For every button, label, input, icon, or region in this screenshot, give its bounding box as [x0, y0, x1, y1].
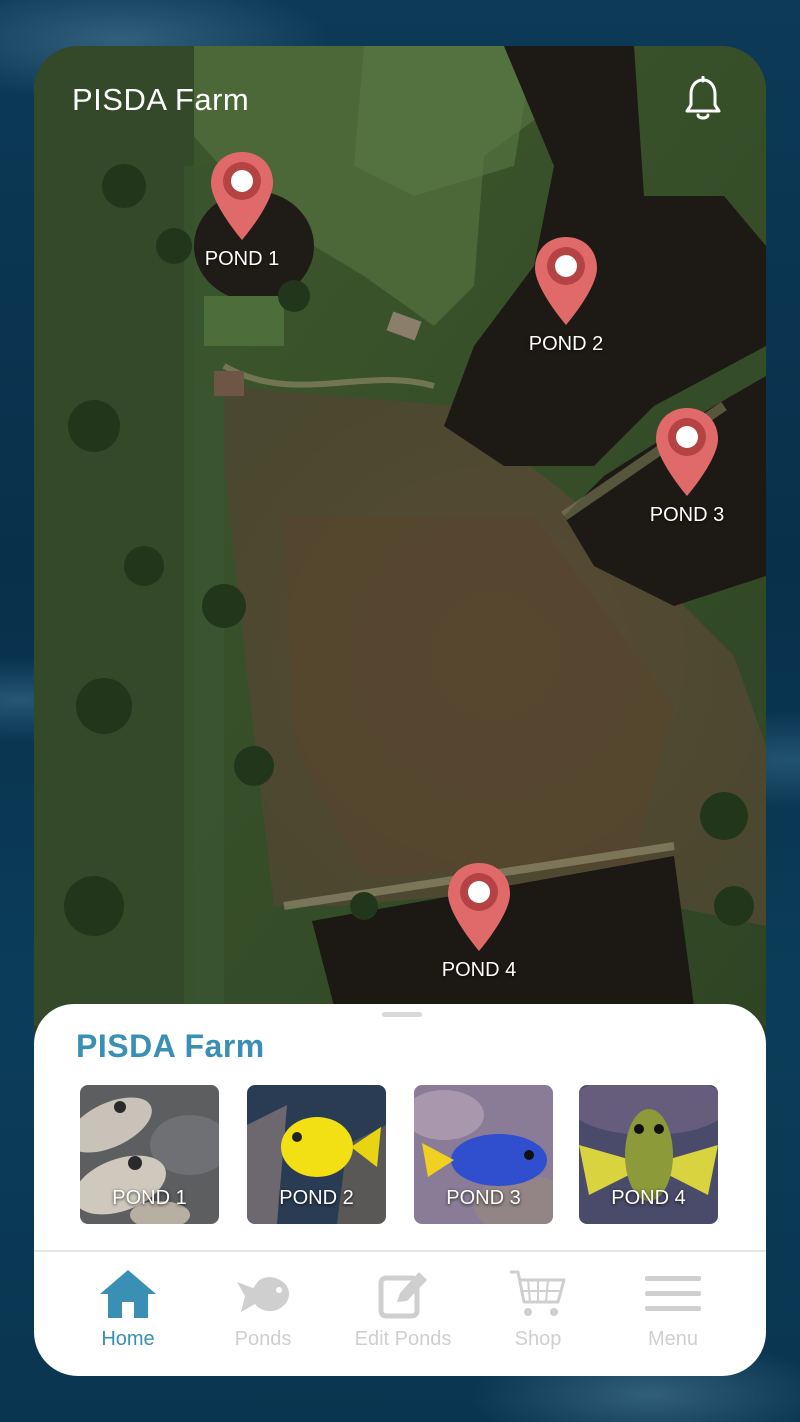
home-icon [100, 1270, 156, 1318]
pond-card-label: POND 1 [112, 1187, 187, 1209]
location-pin-icon [211, 152, 273, 240]
pond-card-4[interactable]: POND 4 [579, 1085, 718, 1224]
pin-label: POND 1 [204, 248, 280, 270]
nav-label: Home [101, 1328, 155, 1350]
fish-icon [237, 1277, 289, 1312]
nav-label: Ponds [234, 1328, 292, 1350]
satellite-map[interactable] [34, 46, 766, 1026]
pond-card-1[interactable]: POND 1 [80, 1085, 219, 1224]
pin-label: POND 4 [441, 959, 517, 981]
pin-label: POND 2 [528, 333, 604, 355]
nav-label: Menu [647, 1328, 699, 1350]
phone-screen: PISDA Farm POND 1 POND 2 POND 3 POND 4 P… [34, 46, 766, 1376]
map-pin-pond-2[interactable]: POND 2 [511, 235, 621, 356]
nav-ponds[interactable]: Ponds [193, 1268, 333, 1351]
pond-card-label: POND 2 [279, 1187, 354, 1209]
pond-card-3[interactable]: POND 3 [414, 1085, 553, 1224]
nav-divider [34, 1250, 766, 1252]
bottom-sheet: PISDA Farm POND 1 POND 2 POND 3 POND 4 H… [34, 1004, 766, 1376]
bell-icon[interactable] [682, 76, 724, 124]
pond-card-label: POND 4 [611, 1187, 686, 1209]
nav-label: Shop [514, 1328, 562, 1350]
pin-label: POND 3 [649, 504, 725, 526]
location-pin-icon [448, 863, 510, 951]
nav-edit-ponds[interactable]: Edit Ponds [333, 1268, 473, 1351]
sheet-drag-handle[interactable] [382, 1012, 422, 1017]
nav-home[interactable]: Home [58, 1268, 198, 1351]
nav-menu[interactable]: Menu [603, 1268, 743, 1351]
edit-icon [378, 1272, 427, 1319]
app-title: PISDA Farm [72, 82, 250, 117]
nav-shop[interactable]: Shop [468, 1268, 608, 1351]
map-pin-pond-3[interactable]: POND 3 [632, 406, 742, 527]
menu-icon [645, 1276, 701, 1311]
nav-label: Edit Ponds [354, 1328, 452, 1350]
map-pin-pond-1[interactable]: POND 1 [187, 150, 297, 271]
bottom-nav: Home Ponds Edit Ponds Shop Menu [34, 1254, 766, 1376]
map-pin-pond-4[interactable]: POND 4 [424, 861, 534, 982]
pond-card-2[interactable]: POND 2 [247, 1085, 386, 1224]
location-pin-icon [535, 237, 597, 325]
pond-card-label: POND 3 [446, 1187, 521, 1209]
cart-icon [510, 1270, 566, 1316]
sheet-title: PISDA Farm [76, 1028, 265, 1064]
location-pin-icon [656, 408, 718, 496]
